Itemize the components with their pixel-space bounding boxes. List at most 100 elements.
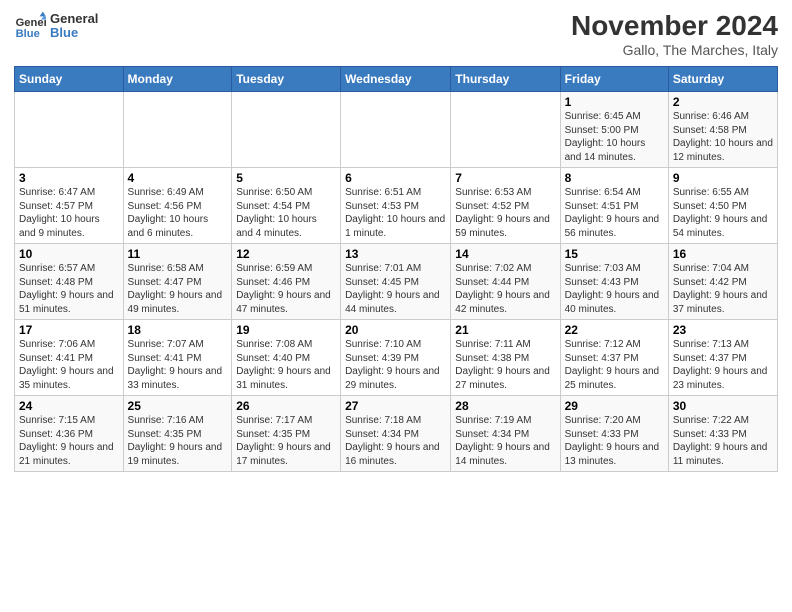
weekday-header: Thursday [451, 67, 560, 92]
day-info: Sunset: 4:35 PM [236, 428, 336, 442]
month-title: November 2024 [571, 10, 778, 42]
day-number: 13 [345, 247, 446, 261]
day-info: Sunrise: 7:01 AM [345, 262, 446, 276]
day-info: Sunset: 4:44 PM [455, 276, 555, 290]
day-info: Sunrise: 6:51 AM [345, 186, 446, 200]
day-number: 6 [345, 171, 446, 185]
day-number: 4 [128, 171, 228, 185]
day-info: Daylight: 9 hours and 37 minutes. [673, 289, 773, 316]
calendar-cell: 21Sunrise: 7:11 AMSunset: 4:38 PMDayligh… [451, 320, 560, 396]
day-info: Sunset: 4:45 PM [345, 276, 446, 290]
calendar-cell [341, 92, 451, 168]
day-info: Sunset: 4:34 PM [345, 428, 446, 442]
day-info: Daylight: 9 hours and 27 minutes. [455, 365, 555, 392]
calendar-cell: 17Sunrise: 7:06 AMSunset: 4:41 PMDayligh… [15, 320, 124, 396]
day-info: Daylight: 9 hours and 21 minutes. [19, 441, 119, 468]
day-info: Sunset: 4:51 PM [565, 200, 664, 214]
day-info: Daylight: 9 hours and 25 minutes. [565, 365, 664, 392]
calendar-cell: 30Sunrise: 7:22 AMSunset: 4:33 PMDayligh… [668, 396, 777, 472]
day-info: Sunset: 4:41 PM [19, 352, 119, 366]
calendar-cell: 27Sunrise: 7:18 AMSunset: 4:34 PMDayligh… [341, 396, 451, 472]
calendar-cell: 14Sunrise: 7:02 AMSunset: 4:44 PMDayligh… [451, 244, 560, 320]
day-info: Daylight: 9 hours and 17 minutes. [236, 441, 336, 468]
day-info: Sunset: 4:39 PM [345, 352, 446, 366]
day-info: Sunrise: 7:10 AM [345, 338, 446, 352]
day-info: Sunrise: 6:59 AM [236, 262, 336, 276]
location: Gallo, The Marches, Italy [571, 42, 778, 58]
day-info: Sunrise: 7:17 AM [236, 414, 336, 428]
day-number: 17 [19, 323, 119, 337]
calendar-cell: 2Sunrise: 6:46 AMSunset: 4:58 PMDaylight… [668, 92, 777, 168]
day-info: Daylight: 9 hours and 35 minutes. [19, 365, 119, 392]
day-info: Sunset: 4:37 PM [673, 352, 773, 366]
day-number: 28 [455, 399, 555, 413]
calendar-cell: 23Sunrise: 7:13 AMSunset: 4:37 PMDayligh… [668, 320, 777, 396]
day-number: 5 [236, 171, 336, 185]
day-number: 16 [673, 247, 773, 261]
day-info: Daylight: 10 hours and 4 minutes. [236, 213, 336, 240]
day-info: Sunrise: 6:45 AM [565, 110, 664, 124]
day-info: Sunset: 4:46 PM [236, 276, 336, 290]
svg-text:Blue: Blue [16, 28, 40, 40]
weekday-header: Friday [560, 67, 668, 92]
day-info: Daylight: 10 hours and 1 minute. [345, 213, 446, 240]
day-info: Daylight: 9 hours and 42 minutes. [455, 289, 555, 316]
day-number: 22 [565, 323, 664, 337]
day-number: 7 [455, 171, 555, 185]
day-number: 18 [128, 323, 228, 337]
day-info: Sunset: 4:53 PM [345, 200, 446, 214]
day-info: Daylight: 9 hours and 59 minutes. [455, 213, 555, 240]
day-info: Daylight: 9 hours and 44 minutes. [345, 289, 446, 316]
day-info: Sunrise: 6:47 AM [19, 186, 119, 200]
day-number: 26 [236, 399, 336, 413]
day-number: 9 [673, 171, 773, 185]
day-info: Sunset: 4:52 PM [455, 200, 555, 214]
calendar-cell: 16Sunrise: 7:04 AMSunset: 4:42 PMDayligh… [668, 244, 777, 320]
day-number: 27 [345, 399, 446, 413]
day-info: Sunrise: 7:13 AM [673, 338, 773, 352]
day-number: 10 [19, 247, 119, 261]
day-number: 14 [455, 247, 555, 261]
day-info: Daylight: 10 hours and 12 minutes. [673, 137, 773, 164]
calendar-cell: 22Sunrise: 7:12 AMSunset: 4:37 PMDayligh… [560, 320, 668, 396]
day-info: Sunset: 4:48 PM [19, 276, 119, 290]
day-info: Daylight: 9 hours and 51 minutes. [19, 289, 119, 316]
day-info: Sunset: 4:50 PM [673, 200, 773, 214]
calendar-cell: 29Sunrise: 7:20 AMSunset: 4:33 PMDayligh… [560, 396, 668, 472]
calendar-cell [451, 92, 560, 168]
day-number: 29 [565, 399, 664, 413]
day-info: Sunrise: 6:58 AM [128, 262, 228, 276]
day-info: Sunrise: 6:46 AM [673, 110, 773, 124]
day-info: Daylight: 9 hours and 47 minutes. [236, 289, 336, 316]
day-info: Sunset: 4:37 PM [565, 352, 664, 366]
day-info: Daylight: 9 hours and 54 minutes. [673, 213, 773, 240]
day-info: Sunset: 4:43 PM [565, 276, 664, 290]
calendar-cell: 18Sunrise: 7:07 AMSunset: 4:41 PMDayligh… [123, 320, 232, 396]
day-info: Sunrise: 7:02 AM [455, 262, 555, 276]
calendar-cell [123, 92, 232, 168]
calendar-cell: 19Sunrise: 7:08 AMSunset: 4:40 PMDayligh… [232, 320, 341, 396]
day-info: Sunrise: 7:19 AM [455, 414, 555, 428]
day-info: Sunset: 4:33 PM [673, 428, 773, 442]
day-number: 25 [128, 399, 228, 413]
day-info: Sunset: 4:58 PM [673, 124, 773, 138]
calendar-cell: 5Sunrise: 6:50 AMSunset: 4:54 PMDaylight… [232, 168, 341, 244]
day-info: Sunset: 4:42 PM [673, 276, 773, 290]
title-block: November 2024 Gallo, The Marches, Italy [571, 10, 778, 58]
day-number: 1 [565, 95, 664, 109]
day-info: Daylight: 9 hours and 56 minutes. [565, 213, 664, 240]
logo-icon: General Blue [14, 10, 46, 42]
day-info: Sunrise: 7:03 AM [565, 262, 664, 276]
day-info: Sunrise: 6:57 AM [19, 262, 119, 276]
day-info: Sunset: 4:41 PM [128, 352, 228, 366]
weekday-header: Saturday [668, 67, 777, 92]
day-number: 19 [236, 323, 336, 337]
logo-blue: Blue [50, 26, 98, 40]
calendar-cell: 26Sunrise: 7:17 AMSunset: 4:35 PMDayligh… [232, 396, 341, 472]
day-info: Sunset: 4:54 PM [236, 200, 336, 214]
day-info: Daylight: 9 hours and 16 minutes. [345, 441, 446, 468]
day-info: Daylight: 9 hours and 14 minutes. [455, 441, 555, 468]
day-info: Sunrise: 7:07 AM [128, 338, 228, 352]
day-info: Sunset: 4:57 PM [19, 200, 119, 214]
day-info: Sunrise: 6:54 AM [565, 186, 664, 200]
